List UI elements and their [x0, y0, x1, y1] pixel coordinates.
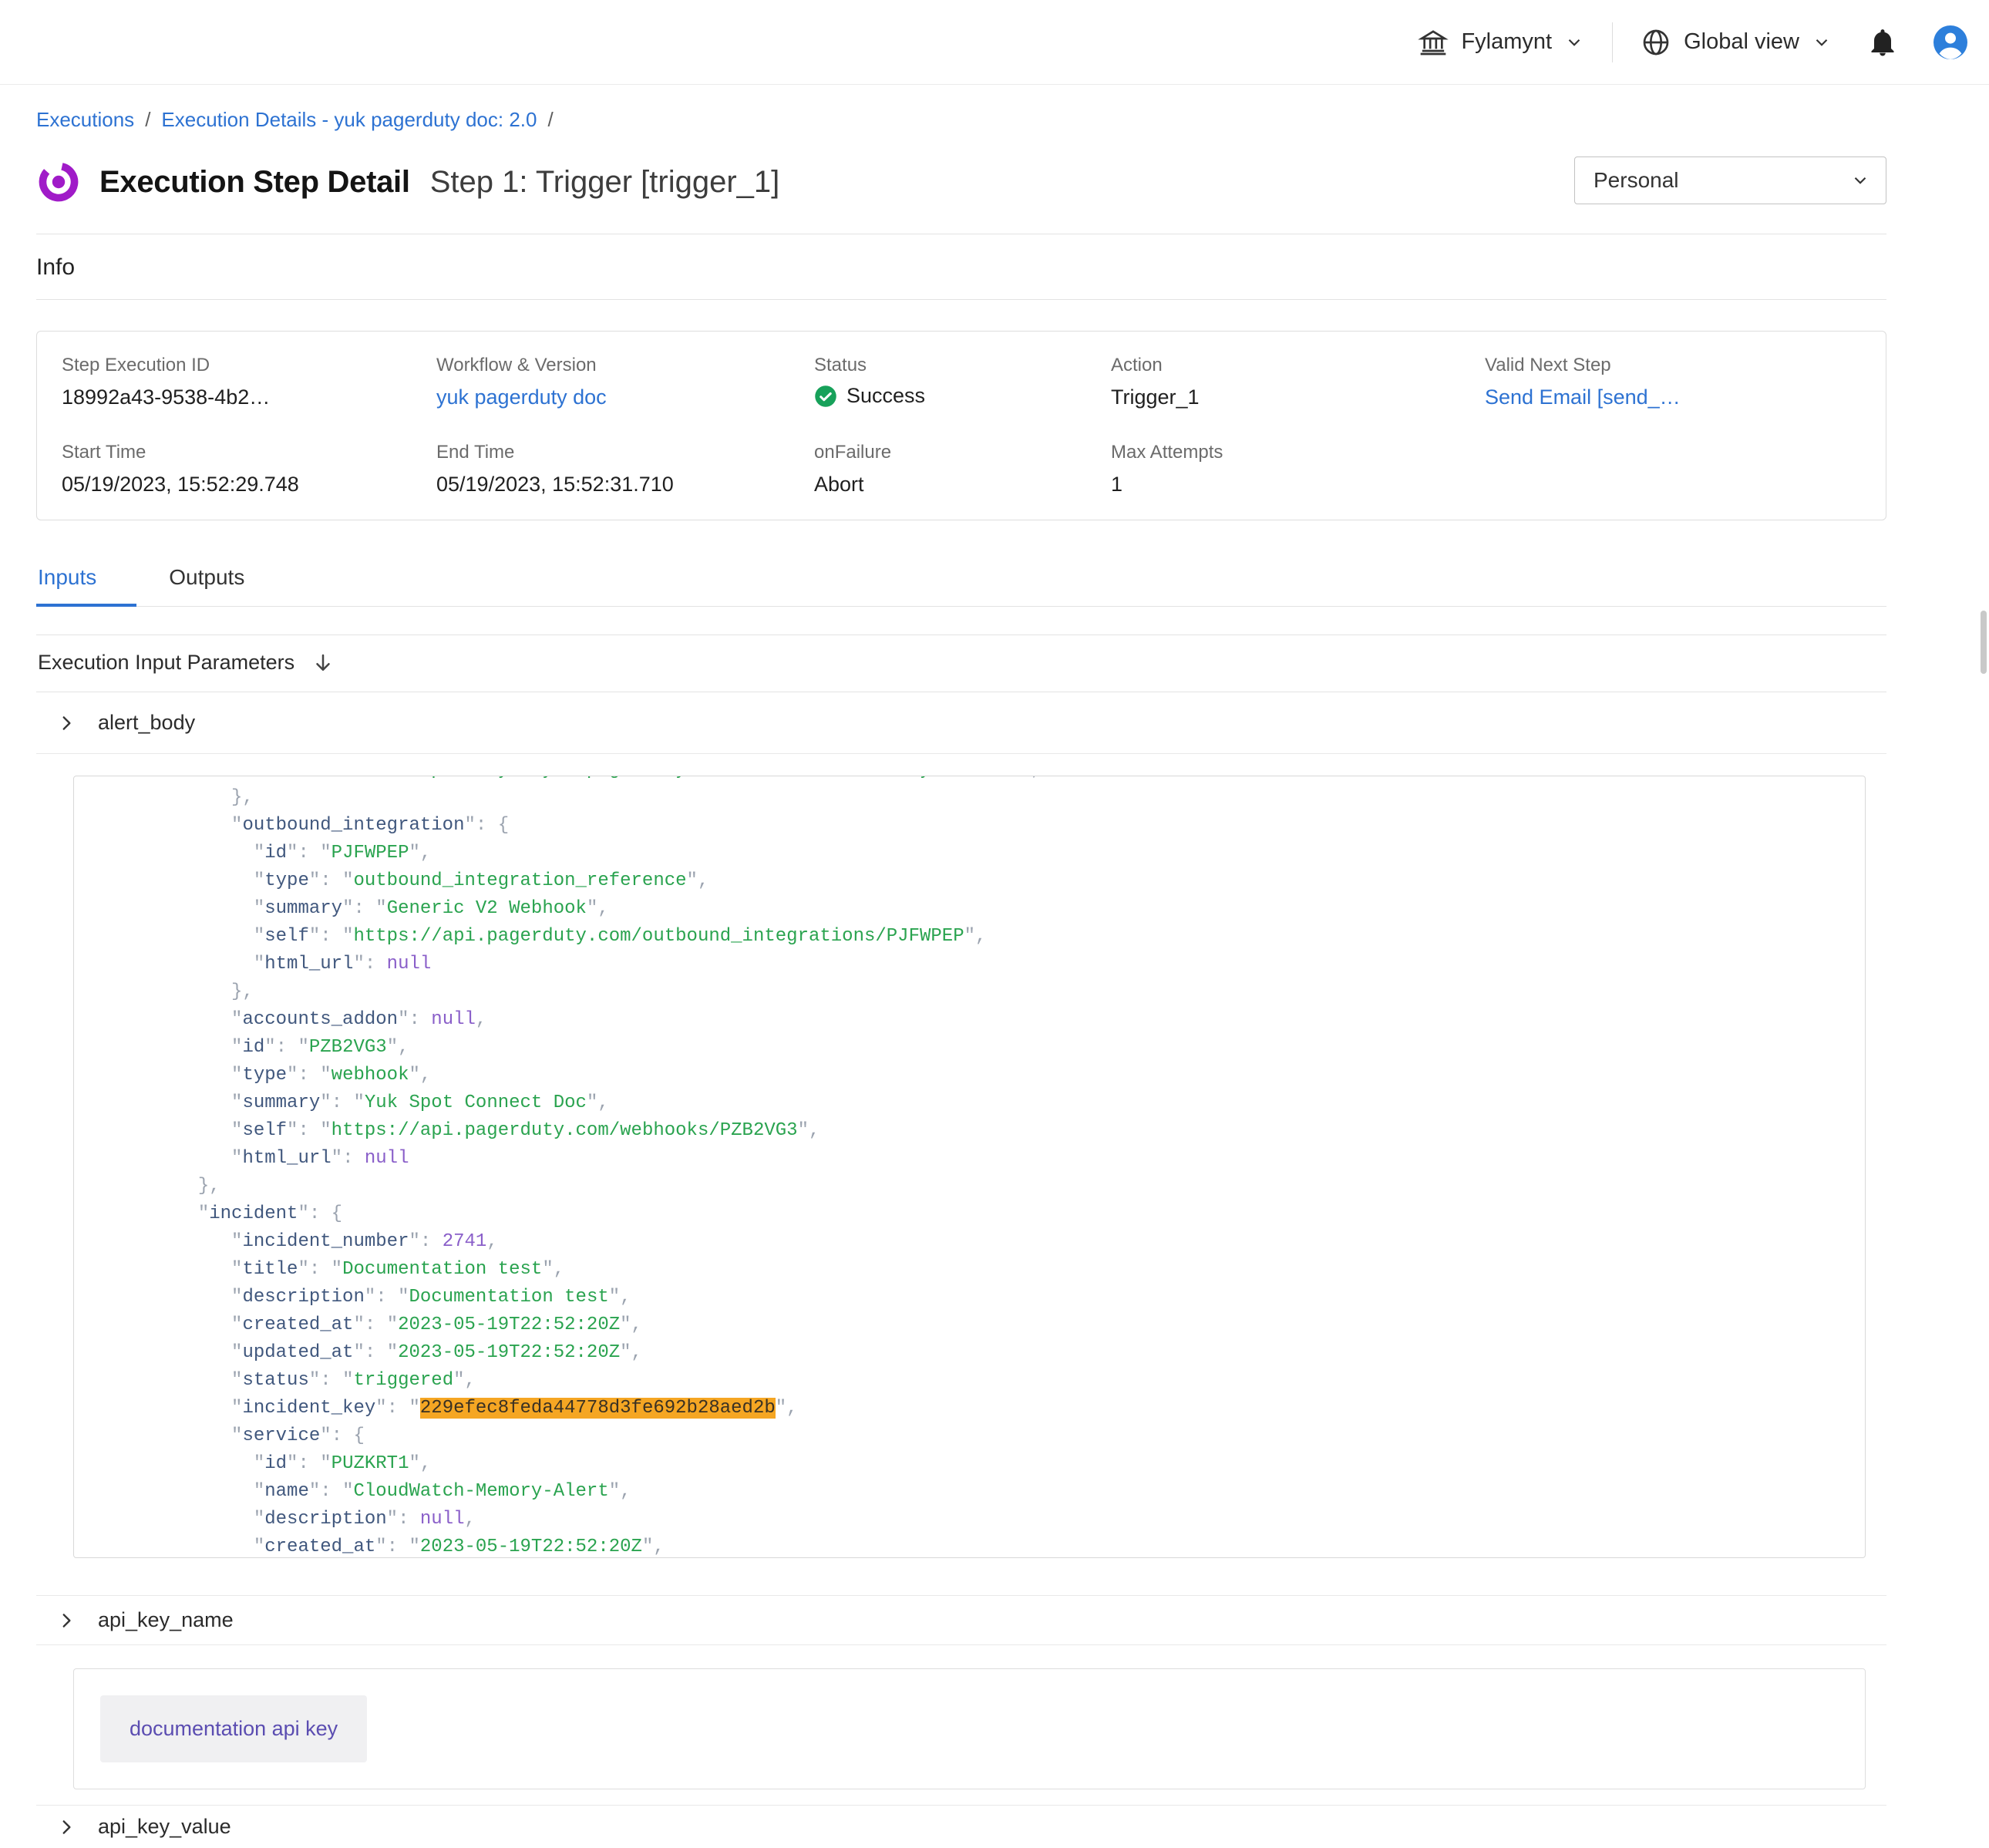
field-step-execution-id: Step Execution ID 18992a43-9538-4b2…	[62, 355, 436, 409]
param-label-alert-body: alert_body	[98, 711, 195, 735]
field-label: Workflow & Version	[436, 355, 814, 376]
field-label: Max Attempts	[1111, 442, 1485, 463]
user-avatar[interactable]	[1932, 24, 1969, 61]
scope-select[interactable]: Personal	[1574, 157, 1886, 204]
field-on-failure: onFailure Abort	[814, 442, 1111, 497]
divider-under-info-heading	[36, 299, 1886, 300]
field-label: Step Execution ID	[62, 355, 436, 376]
workflow-link[interactable]: yuk pagerduty doc	[436, 385, 607, 409]
execution-input-parameters-header: Execution Input Parameters	[36, 635, 1886, 692]
bank-icon	[1418, 27, 1449, 58]
notifications-bell-icon[interactable]	[1867, 27, 1898, 58]
chevron-down-icon	[1812, 32, 1832, 52]
field-value: Trigger_1	[1111, 385, 1485, 409]
field-value: 1	[1111, 473, 1485, 497]
chevron-down-icon	[1564, 32, 1584, 52]
top-bar: Fylamynt Global view	[0, 0, 1989, 85]
breadcrumb-executions-link[interactable]: Executions	[36, 108, 134, 132]
page-title: Execution Step Detail	[99, 165, 410, 200]
field-valid-next-step: Valid Next Step Send Email [send_…	[1485, 355, 1861, 409]
field-label: Action	[1111, 355, 1485, 376]
param-label-api-key-value: api_key_value	[98, 1815, 231, 1839]
scope-selected-value: Personal	[1594, 168, 1679, 193]
breadcrumb-separator: /	[145, 108, 150, 132]
tab-outputs[interactable]: Outputs	[167, 565, 284, 607]
field-value: 18992a43-9538-4b2…	[62, 385, 436, 409]
api-key-name-chip: documentation api key	[100, 1695, 367, 1762]
field-label: Valid Next Step	[1485, 355, 1861, 376]
info-heading: Info	[36, 254, 1886, 281]
field-label: End Time	[436, 442, 814, 463]
title-row: Execution Step Detail Step 1: Trigger [t…	[36, 153, 1886, 210]
field-workflow-version: Workflow & Version yuk pagerduty doc	[436, 355, 814, 409]
page-subtitle: Step 1: Trigger [trigger_1]	[430, 165, 780, 200]
field-action: Action Trigger_1	[1111, 355, 1485, 409]
field-max-attempts: Max Attempts 1	[1111, 442, 1485, 497]
field-label: onFailure	[814, 442, 1111, 463]
field-label: Status	[814, 355, 1111, 376]
scrollbar-thumb[interactable]	[1981, 611, 1987, 674]
breadcrumb: Executions / Execution Details - yuk pag…	[36, 85, 1886, 132]
param-row-api-key-value[interactable]: api_key_value	[36, 1805, 1886, 1848]
next-step-link[interactable]: Send Email [send_…	[1485, 385, 1681, 409]
breadcrumb-execution-details-link[interactable]: Execution Details - yuk pagerduty doc: 2…	[161, 108, 537, 132]
download-arrow-icon[interactable]	[311, 651, 335, 675]
topbar-divider	[1612, 22, 1613, 62]
view-name: Global view	[1684, 29, 1799, 55]
field-status: Status Success	[814, 355, 1111, 409]
main-content: Executions / Execution Details - yuk pag…	[36, 85, 1886, 1848]
param-row-alert-body[interactable]: alert_body	[36, 692, 1886, 754]
success-check-icon	[814, 385, 837, 408]
org-name: Fylamynt	[1461, 29, 1552, 55]
info-grid: Step Execution ID 18992a43-9538-4b2… Wor…	[62, 355, 1861, 497]
chevron-right-icon[interactable]	[56, 1611, 76, 1631]
chevron-right-icon[interactable]	[56, 1817, 76, 1837]
chevron-down-icon	[1850, 170, 1870, 190]
org-switcher[interactable]: Fylamynt	[1418, 27, 1584, 58]
fylamynt-logo-icon	[36, 160, 81, 204]
api-key-name-value-box: documentation api key	[73, 1668, 1866, 1789]
tab-inputs[interactable]: Inputs	[36, 565, 136, 607]
view-switcher[interactable]: Global view	[1641, 27, 1832, 58]
param-row-api-key-name[interactable]: api_key_name	[36, 1595, 1886, 1645]
tab-bar: Inputs Outputs	[36, 565, 1886, 607]
param-label-api-key-name: api_key_name	[98, 1608, 234, 1632]
chevron-right-icon[interactable]	[56, 713, 76, 733]
field-value: Abort	[814, 473, 1111, 497]
json-code: html_url: https://fylamynt.pagerduty.com…	[120, 776, 1865, 1558]
field-value: 05/19/2023, 15:52:29.748	[62, 473, 436, 497]
alert-body-json-viewer[interactable]: html_url: https://fylamynt.pagerduty.com…	[73, 776, 1866, 1558]
field-end-time: End Time 05/19/2023, 15:52:31.710	[436, 442, 814, 497]
status-text: Success	[846, 384, 925, 408]
globe-icon	[1641, 27, 1671, 58]
breadcrumb-separator: /	[547, 108, 553, 132]
status-badge: Success	[814, 384, 1111, 408]
field-label: Start Time	[62, 442, 436, 463]
field-value: 05/19/2023, 15:52:31.710	[436, 473, 814, 497]
execution-input-parameters-label: Execution Input Parameters	[38, 651, 294, 675]
field-start-time: Start Time 05/19/2023, 15:52:29.748	[62, 442, 436, 497]
info-card: Step Execution ID 18992a43-9538-4b2… Wor…	[36, 331, 1886, 520]
empty-cell	[1485, 442, 1861, 497]
